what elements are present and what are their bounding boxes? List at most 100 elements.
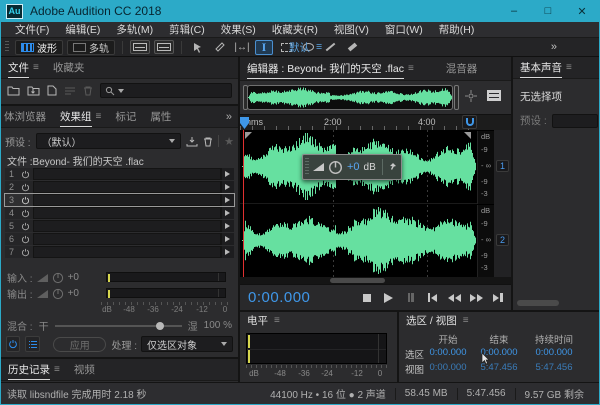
panel-menu-icon[interactable]: ≡ xyxy=(33,62,39,73)
fast-forward-button[interactable] xyxy=(467,291,485,305)
tab-mixer[interactable]: 混音器 xyxy=(439,57,485,80)
selection-duration-value[interactable]: 0:00.000 xyxy=(536,347,573,358)
volume-knob-icon[interactable] xyxy=(328,160,343,175)
panel-menu-icon[interactable]: ≡ xyxy=(96,111,102,122)
overview-right-handle[interactable] xyxy=(454,85,459,110)
channel-2-button[interactable]: 2 xyxy=(496,234,509,246)
slot-arrow-icon[interactable] xyxy=(221,233,234,245)
maximize-button[interactable]: □ xyxy=(531,0,565,22)
skip-to-start-button[interactable] xyxy=(423,291,441,305)
panel-menu-icon[interactable]: ≡ xyxy=(54,364,60,375)
pause-button[interactable] xyxy=(402,291,420,305)
effect-slot-field[interactable] xyxy=(33,181,221,193)
slot-arrow-icon[interactable] xyxy=(221,181,234,193)
multitrack-view-button[interactable]: 多轨 xyxy=(67,40,115,55)
effect-slot-field[interactable] xyxy=(33,207,221,219)
razor-tool-button[interactable] xyxy=(211,40,229,55)
stop-button[interactable] xyxy=(358,291,376,305)
mix-slider-knob[interactable] xyxy=(156,322,164,330)
tab-essential-sound[interactable]: 基本声音 ≡ xyxy=(513,57,579,78)
delete-preset-button[interactable] xyxy=(203,136,213,147)
favorite-star-icon[interactable]: ★ xyxy=(224,135,234,148)
spectral-pitch-button[interactable] xyxy=(154,40,174,54)
hud-grip[interactable] xyxy=(305,158,309,176)
tab-video[interactable]: 视频 xyxy=(67,359,102,380)
insert-into-multitrack-button[interactable] xyxy=(64,86,76,96)
waveform-display[interactable]: +0 dB dB -9 - ∞ -9 xyxy=(240,130,511,277)
power-icon[interactable] xyxy=(18,222,33,231)
horizontal-scrollbar[interactable] xyxy=(240,277,511,284)
playhead-marker[interactable] xyxy=(240,117,249,129)
menu-window[interactable]: 窗口(W) xyxy=(377,22,431,37)
panel-menu-icon[interactable]: ≡ xyxy=(274,315,280,326)
slot-arrow-icon[interactable] xyxy=(221,168,234,180)
view-start-value[interactable]: 0:00.000 xyxy=(430,362,467,373)
slot-arrow-icon[interactable] xyxy=(221,194,234,206)
overview-waveform[interactable] xyxy=(247,85,453,110)
view-duration-value[interactable]: 5:47.456 xyxy=(536,362,573,373)
effect-slot[interactable]: 7 xyxy=(5,246,234,258)
menu-file[interactable]: 文件(F) xyxy=(7,22,57,37)
slot-arrow-icon[interactable] xyxy=(221,207,234,219)
effect-slot-field[interactable] xyxy=(33,246,221,258)
minimize-button[interactable]: – xyxy=(497,0,531,22)
import-file-button[interactable] xyxy=(27,86,40,96)
move-tool-button[interactable] xyxy=(189,40,207,55)
power-icon[interactable] xyxy=(18,183,33,192)
rack-power-button[interactable] xyxy=(6,336,20,352)
spot-healing-tool-button[interactable] xyxy=(343,40,361,55)
toolbar-grip[interactable] xyxy=(5,41,9,53)
power-icon[interactable] xyxy=(18,196,33,205)
search-input[interactable] xyxy=(100,83,232,98)
slip-tool-button[interactable]: |↔| xyxy=(233,40,251,55)
effect-slot-field[interactable] xyxy=(33,233,221,245)
close-button[interactable]: ✕ xyxy=(565,0,599,22)
effect-slot-selected[interactable]: 3 xyxy=(5,194,234,206)
menu-multitrack[interactable]: 多轨(M) xyxy=(108,22,161,37)
editor-options-icon[interactable] xyxy=(486,89,502,102)
save-preset-button[interactable] xyxy=(186,136,198,147)
effect-slot-field[interactable] xyxy=(33,220,221,232)
spectral-frequency-button[interactable] xyxy=(130,40,150,54)
apply-button[interactable]: 应用 xyxy=(53,337,106,352)
menu-clip[interactable]: 剪辑(C) xyxy=(161,22,213,37)
current-time-indicator[interactable] xyxy=(243,130,244,277)
panel-menu-icon[interactable]: ≡ xyxy=(463,315,469,326)
power-icon[interactable] xyxy=(18,209,33,218)
tab-overflow-icon[interactable]: » xyxy=(226,111,238,123)
menu-help[interactable]: 帮助(H) xyxy=(431,22,483,37)
effect-slot-field[interactable] xyxy=(33,168,221,180)
tab-files[interactable]: 文件 ≡ xyxy=(1,57,46,78)
mix-slider[interactable] xyxy=(55,325,182,327)
menu-view[interactable]: 视图(V) xyxy=(326,22,377,37)
skip-to-end-button[interactable] xyxy=(489,291,507,305)
slot-arrow-icon[interactable] xyxy=(221,220,234,232)
tab-markers[interactable]: 标记 xyxy=(108,106,143,127)
paintbrush-tool-button[interactable] xyxy=(321,40,339,55)
slot-arrow-icon[interactable] xyxy=(221,246,234,258)
workspace-menu-icon[interactable]: ≡ xyxy=(316,41,322,53)
gain-knob-icon[interactable] xyxy=(52,272,64,284)
tab-editor[interactable]: 编辑器 : Beyond- 我们的天空 .flac ≡ xyxy=(240,57,421,80)
effect-slot[interactable]: 2 xyxy=(5,181,234,193)
pin-icon[interactable] xyxy=(387,162,397,172)
menu-favorites[interactable]: 收藏夹(R) xyxy=(264,22,326,37)
menu-edit[interactable]: 编辑(E) xyxy=(57,22,108,37)
toolbar-overflow-icon[interactable]: » xyxy=(551,41,557,53)
preset-dropdown[interactable]: （默认） xyxy=(36,133,182,149)
time-selection-tool-button[interactable]: I xyxy=(255,40,273,55)
selection-start-value[interactable]: 0:00.000 xyxy=(430,347,467,358)
rack-list-button[interactable] xyxy=(25,336,39,352)
volume-hud[interactable]: +0 dB xyxy=(302,154,402,180)
zoom-navigator-icon[interactable] xyxy=(464,89,478,103)
rewind-button[interactable] xyxy=(445,291,463,305)
menu-effects[interactable]: 效果(S) xyxy=(213,22,264,37)
power-icon[interactable] xyxy=(18,170,33,179)
effect-slot[interactable]: 5 xyxy=(5,220,234,232)
process-dropdown[interactable]: 仅选区对象 xyxy=(141,336,233,352)
tab-properties[interactable]: 属性 xyxy=(143,106,178,127)
tab-history[interactable]: 历史记录 ≡ xyxy=(1,359,67,380)
power-icon[interactable] xyxy=(18,248,33,257)
tab-favorites[interactable]: 收藏夹 xyxy=(46,57,92,78)
snap-toggle-button[interactable] xyxy=(462,115,477,129)
